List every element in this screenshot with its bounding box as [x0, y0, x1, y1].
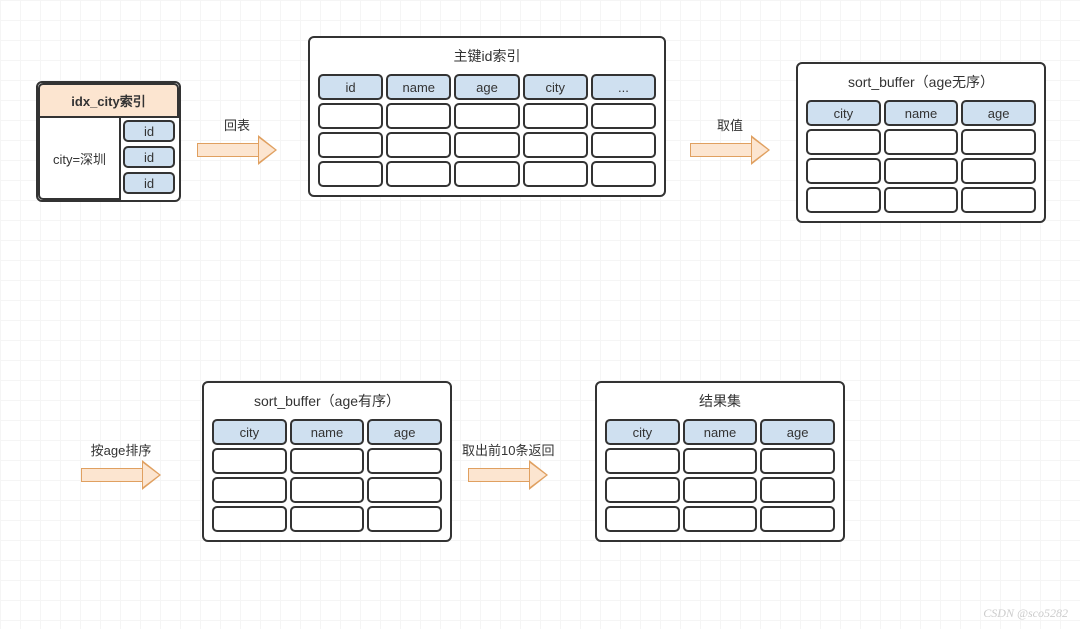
result-cell [683, 448, 758, 474]
arrow-icon [81, 463, 161, 487]
pk-cell [386, 132, 451, 158]
sbo-header: city [212, 419, 287, 445]
pk-cell [523, 132, 588, 158]
idx-city-box: idx_city索引 city=深圳 id id id [36, 81, 181, 202]
result-cell [605, 477, 680, 503]
pk-header: id [318, 74, 383, 100]
arrow-label: 按age排序 [91, 440, 152, 459]
result-cell [760, 506, 835, 532]
arrow-lookup: 回表 [197, 115, 277, 162]
result-header: age [760, 419, 835, 445]
watermark: CSDN @sco5282 [983, 606, 1068, 621]
pk-cell [591, 103, 656, 129]
result-box: 结果集 city name age [595, 381, 845, 542]
sb-cell [884, 158, 959, 184]
sb-header: age [961, 100, 1036, 126]
sbo-cell [367, 477, 442, 503]
arrow-sort: 按age排序 [81, 440, 161, 487]
result-cell [683, 506, 758, 532]
result-cell [760, 477, 835, 503]
pk-header: ... [591, 74, 656, 100]
arrow-label: 回表 [224, 115, 250, 134]
sort-buffer-ordered-title: sort_buffer（age有序） [212, 391, 442, 411]
arrow-label: 取值 [717, 115, 743, 134]
arrow-icon [690, 138, 770, 162]
sb-cell [806, 158, 881, 184]
pk-header: name [386, 74, 451, 100]
sort-buffer-ordered-box: sort_buffer（age有序） city name age [202, 381, 452, 542]
sb-header: name [884, 100, 959, 126]
sb-cell [961, 129, 1036, 155]
idx-id-cell: id [123, 120, 175, 142]
sb-cell [884, 187, 959, 213]
pk-header: city [523, 74, 588, 100]
sort-buffer-unordered-title: sort_buffer（age无序） [806, 72, 1036, 92]
pk-cell [386, 103, 451, 129]
pk-cell [523, 161, 588, 187]
sb-cell [961, 187, 1036, 213]
result-cell [683, 477, 758, 503]
pk-cell [318, 132, 383, 158]
sbo-cell [290, 448, 365, 474]
sb-cell [884, 129, 959, 155]
sbo-cell [212, 506, 287, 532]
sbo-header: age [367, 419, 442, 445]
pk-cell [454, 103, 519, 129]
idx-id-cell: id [123, 146, 175, 168]
result-header: name [683, 419, 758, 445]
idx-condition-cell: city=深圳 [38, 118, 121, 200]
result-cell [760, 448, 835, 474]
pk-cell [454, 132, 519, 158]
sb-cell [961, 158, 1036, 184]
result-title: 结果集 [605, 391, 835, 411]
sb-cell [806, 129, 881, 155]
sbo-cell [290, 477, 365, 503]
sb-header: city [806, 100, 881, 126]
sbo-cell [212, 448, 287, 474]
sbo-cell [212, 477, 287, 503]
pk-cell [454, 161, 519, 187]
arrow-fetch: 取值 [690, 115, 770, 162]
pk-cell [318, 161, 383, 187]
result-cell [605, 448, 680, 474]
sbo-cell [367, 506, 442, 532]
pk-cell [318, 103, 383, 129]
pk-cell [591, 132, 656, 158]
pk-index-box: 主键id索引 id name age city ... [308, 36, 666, 197]
sb-cell [806, 187, 881, 213]
arrow-label: 取出前10条返回 [462, 440, 554, 459]
sort-buffer-unordered-box: sort_buffer（age无序） city name age [796, 62, 1046, 223]
result-cell [605, 506, 680, 532]
idx-id-cell: id [123, 172, 175, 194]
result-header: city [605, 419, 680, 445]
sbo-header: name [290, 419, 365, 445]
pk-cell [591, 161, 656, 187]
pk-cell [386, 161, 451, 187]
pk-title: 主键id索引 [318, 46, 656, 66]
arrow-limit: 取出前10条返回 [462, 440, 554, 487]
sbo-cell [367, 448, 442, 474]
arrow-icon [468, 463, 548, 487]
idx-city-title: idx_city索引 [38, 83, 179, 118]
pk-header: age [454, 74, 519, 100]
pk-cell [523, 103, 588, 129]
sbo-cell [290, 506, 365, 532]
arrow-icon [197, 138, 277, 162]
